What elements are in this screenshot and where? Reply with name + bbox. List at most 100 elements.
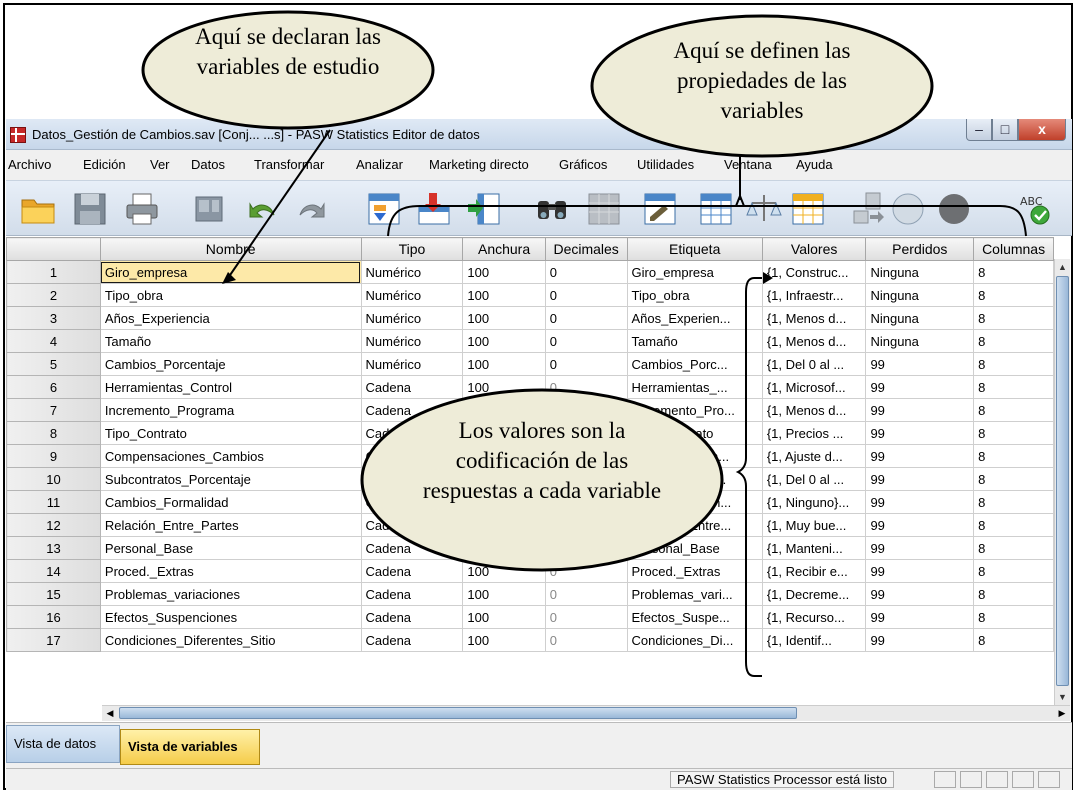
open-folder-icon[interactable] <box>20 191 56 227</box>
row-number[interactable]: 1 <box>6 260 101 284</box>
anchura-cell[interactable]: 100 <box>462 306 546 330</box>
menu-ayuda[interactable]: Ayuda <box>796 157 833 172</box>
spell-check-icon[interactable]: ABC <box>1016 191 1052 227</box>
header-row-number[interactable] <box>6 237 101 261</box>
columnas-cell[interactable]: 8 <box>973 375 1054 399</box>
tipo-cell[interactable]: Cadena <box>360 628 464 652</box>
vertical-scroll-thumb[interactable] <box>1056 276 1069 686</box>
anchura-cell[interactable]: 100 <box>462 375 546 399</box>
etiqueta-cell[interactable]: Efectos_Suspe... <box>626 605 763 629</box>
nombre-cell[interactable]: Cambios_Formalidad <box>99 490 362 514</box>
anchura-cell[interactable]: 100 <box>462 260 546 284</box>
decimales-cell[interactable]: 0 <box>544 260 628 284</box>
row-number[interactable]: 13 <box>6 536 101 560</box>
valores-cell[interactable]: {1, Menos d... <box>761 398 867 422</box>
valores-cell[interactable]: {1, Menos d... <box>761 329 867 353</box>
scroll-up-icon[interactable]: ▲ <box>1055 259 1070 275</box>
redo-icon[interactable] <box>294 191 330 227</box>
tab-variable-view[interactable]: Vista de variables <box>120 729 260 765</box>
etiqueta-cell[interactable]: Herramientas_... <box>626 375 763 399</box>
decimales-cell[interactable]: 0 <box>544 375 628 399</box>
tipo-cell[interactable]: Numérico <box>360 352 464 376</box>
nombre-cell[interactable]: Herramientas_Control <box>99 375 362 399</box>
header-nombre[interactable]: Nombre <box>99 237 362 261</box>
go-to-variable-icon[interactable] <box>416 191 452 227</box>
horizontal-scroll-thumb[interactable] <box>119 707 797 719</box>
row-number[interactable]: 9 <box>6 444 101 468</box>
anchura-cell[interactable]: 100 <box>462 536 546 560</box>
valores-cell[interactable]: {1, Recurso... <box>761 605 867 629</box>
nombre-cell[interactable]: Giro_empresa <box>99 260 362 284</box>
select-cases-icon[interactable] <box>790 191 826 227</box>
header-perdidos[interactable]: Perdidos <box>865 237 975 261</box>
split-file-icon[interactable] <box>698 191 734 227</box>
menu-transformar[interactable]: Transformar <box>254 157 324 172</box>
header-tipo[interactable]: Tipo <box>360 237 464 261</box>
nombre-cell[interactable]: Incremento_Programa <box>99 398 362 422</box>
perdidos-cell[interactable]: Ninguna <box>865 260 975 284</box>
anchura-cell[interactable]: 100 <box>462 605 546 629</box>
row-number[interactable]: 8 <box>6 421 101 445</box>
nombre-cell[interactable]: Relación_Entre_Partes <box>99 513 362 537</box>
row-number[interactable]: 11 <box>6 490 101 514</box>
nombre-cell[interactable]: Subcontratos_Porcentaje <box>99 467 362 491</box>
columnas-cell[interactable]: 8 <box>973 513 1054 537</box>
row-number[interactable]: 12 <box>6 513 101 537</box>
nombre-cell[interactable]: Tipo_Contrato <box>99 421 362 445</box>
columnas-cell[interactable]: 8 <box>973 467 1054 491</box>
nombre-cell[interactable]: Tamaño <box>99 329 362 353</box>
header-anchura[interactable]: Anchura <box>462 237 546 261</box>
horizontal-scrollbar[interactable]: ◀ ▶ <box>102 705 1070 721</box>
valores-cell[interactable]: {1, Precios ... <box>761 421 867 445</box>
etiqueta-cell[interactable]: Problemas_vari... <box>626 582 763 606</box>
columnas-cell[interactable]: 8 <box>973 605 1054 629</box>
perdidos-cell[interactable]: Ninguna <box>865 306 975 330</box>
perdidos-cell[interactable]: 99 <box>865 352 975 376</box>
perdidos-cell[interactable]: 99 <box>865 536 975 560</box>
perdidos-cell[interactable]: Ninguna <box>865 329 975 353</box>
header-etiqueta[interactable]: Etiqueta <box>626 237 763 261</box>
nombre-cell[interactable]: Condiciones_Diferentes_Sitio <box>99 628 362 652</box>
header-columnas[interactable]: Columnas <box>973 237 1054 261</box>
anchura-cell[interactable]: 100 <box>462 582 546 606</box>
menu-analizar[interactable]: Analizar <box>356 157 403 172</box>
perdidos-cell[interactable]: 99 <box>865 628 975 652</box>
go-to-case-icon[interactable] <box>366 191 402 227</box>
perdidos-cell[interactable]: 99 <box>865 421 975 445</box>
tipo-cell[interactable]: Cadena <box>360 513 464 537</box>
print-icon[interactable] <box>124 191 160 227</box>
perdidos-cell[interactable]: 99 <box>865 559 975 583</box>
tipo-cell[interactable]: Cadena <box>360 559 464 583</box>
row-number[interactable]: 17 <box>6 628 101 652</box>
anchura-cell[interactable]: 100 <box>462 352 546 376</box>
use-sets-icon[interactable] <box>890 191 926 227</box>
columnas-cell[interactable]: 8 <box>973 260 1054 284</box>
etiqueta-cell[interactable]: Tipo_obra <box>626 283 763 307</box>
row-number[interactable]: 4 <box>6 329 101 353</box>
anchura-cell[interactable]: 100 <box>462 329 546 353</box>
scroll-right-icon[interactable]: ▶ <box>1054 706 1070 721</box>
anchura-cell[interactable]: 100 <box>462 283 546 307</box>
nombre-cell[interactable]: Años_Experiencia <box>99 306 362 330</box>
tipo-cell[interactable]: Cadena <box>360 605 464 629</box>
nombre-cell[interactable]: Personal_Base <box>99 536 362 560</box>
save-icon[interactable] <box>72 191 108 227</box>
weight-cases-icon[interactable] <box>746 191 782 227</box>
valores-cell[interactable]: {1, Identif... <box>761 628 867 652</box>
row-number[interactable]: 3 <box>6 306 101 330</box>
decimales-cell[interactable]: 0 <box>544 628 628 652</box>
maximize-button[interactable]: □ <box>992 119 1018 141</box>
insert-variable-icon[interactable] <box>642 191 678 227</box>
tipo-cell[interactable]: Numérico <box>360 306 464 330</box>
valores-cell[interactable]: {1, Construc... <box>761 260 867 284</box>
menu-archivo[interactable]: Archivo <box>8 157 51 172</box>
anchura-cell[interactable]: 100 <box>462 513 546 537</box>
decimales-cell[interactable]: 0 <box>544 582 628 606</box>
tipo-cell[interactable]: Cadena <box>360 536 464 560</box>
columnas-cell[interactable]: 8 <box>973 582 1054 606</box>
columnas-cell[interactable]: 8 <box>973 306 1054 330</box>
columnas-cell[interactable]: 8 <box>973 559 1054 583</box>
row-number[interactable]: 6 <box>6 375 101 399</box>
row-number[interactable]: 5 <box>6 352 101 376</box>
header-valores[interactable]: Valores <box>761 237 867 261</box>
